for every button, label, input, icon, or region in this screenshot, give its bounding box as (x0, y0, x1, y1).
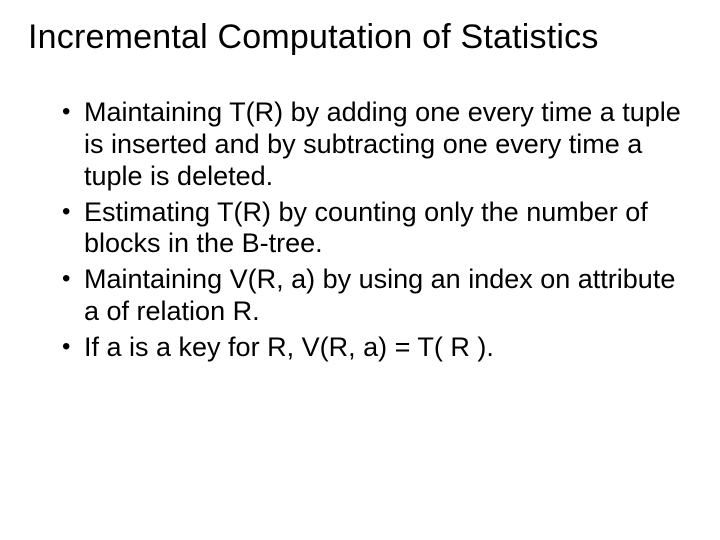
list-item: Estimating T(R) by counting only the num… (62, 197, 682, 261)
slide: Incremental Computation of Statistics Ma… (0, 0, 720, 540)
bullet-list: Maintaining T(R) by adding one every tim… (28, 97, 692, 364)
list-item: Maintaining V(R, a) by using an index on… (62, 264, 682, 328)
slide-title: Incremental Computation of Statistics (28, 18, 692, 57)
list-item: If a is a key for R, V(R, a) = T( R ). (62, 332, 682, 364)
list-item: Maintaining T(R) by adding one every tim… (62, 97, 682, 193)
